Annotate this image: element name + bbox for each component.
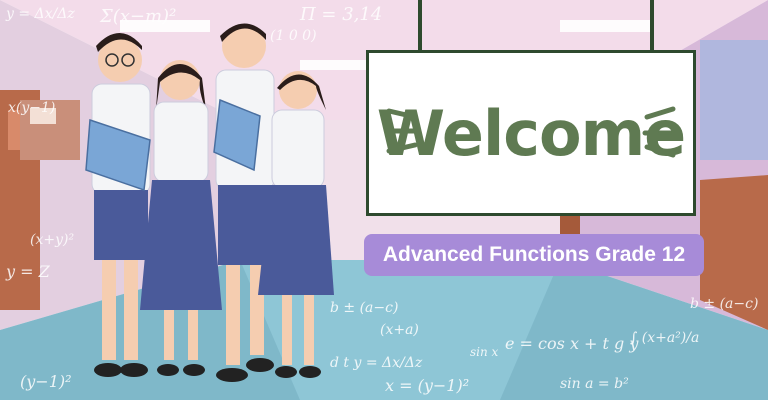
math-doodle-14: ∫ (x+a²)/a <box>630 330 700 346</box>
math-doodle-7: y = Z <box>6 262 50 281</box>
student-girl-middle <box>140 60 222 376</box>
sign-rope-left <box>418 0 422 52</box>
students-illustration <box>85 23 334 382</box>
math-doodle-13: sin x <box>470 345 499 359</box>
math-doodle-9: (x+a) <box>380 322 419 338</box>
welcome-banner-scene: y = Δx/Δz Σ(x−m)² Π = 3,14 (1 0 0) x(y−1… <box>0 0 768 400</box>
student-boy-left <box>91 33 151 377</box>
math-doodle-15: b ± (a−c) <box>690 296 759 312</box>
math-doodle-12: e = cos x + t g y <box>505 334 639 353</box>
student-boy-right <box>215 23 275 382</box>
welcome-heading: Welcome <box>376 96 686 170</box>
sign-rope-right <box>650 0 654 52</box>
math-doodle-5: x(y−1) <box>8 100 56 116</box>
math-doodle-16: sin a = b² <box>560 376 629 392</box>
math-doodle-11: x = (y−1)² <box>385 376 470 395</box>
welcome-sign: Welcome <box>366 50 696 216</box>
math-doodle-8: b ± (a−c) <box>330 300 399 316</box>
math-doodle-10: d t y = Δx/Δz <box>330 355 423 371</box>
course-title-badge: Advanced Functions Grade 12 <box>364 234 704 276</box>
